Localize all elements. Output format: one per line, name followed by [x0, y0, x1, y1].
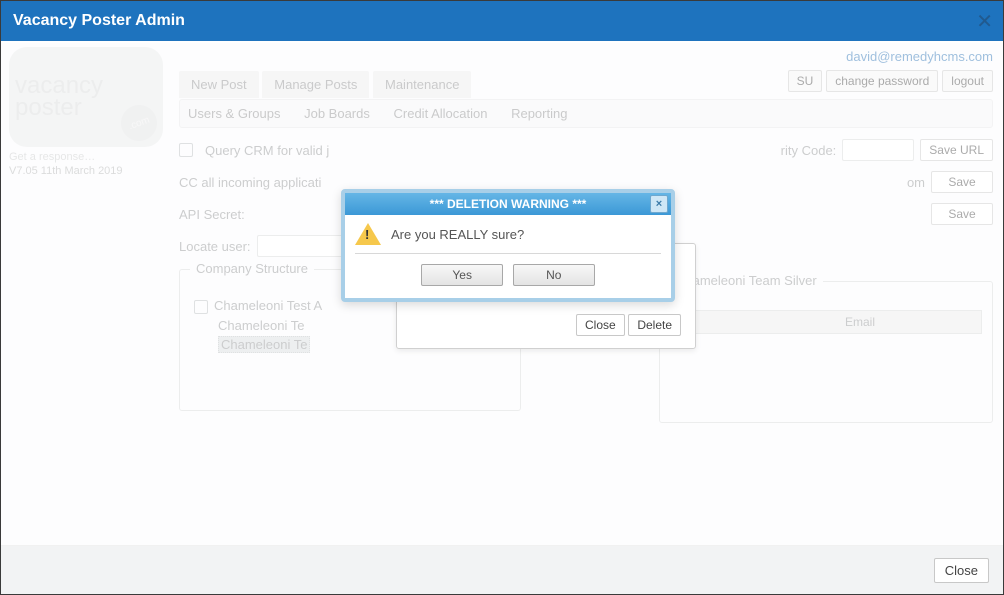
title-bar: Vacancy Poster Admin ✕: [1, 1, 1003, 41]
dialog-close-button[interactable]: Close: [576, 314, 625, 336]
deletion-warning-modal: *** DELETION WARNING *** × Are you REALL…: [341, 189, 675, 302]
app-body: vacancy poster .com Get a response… V7.0…: [1, 43, 1003, 546]
warning-icon: [355, 223, 381, 245]
window-close-icon[interactable]: ✕: [976, 9, 993, 34]
app-window: Vacancy Poster Admin ✕ vacancy poster .c…: [0, 0, 1004, 595]
dialog-delete-button[interactable]: Delete: [628, 314, 681, 336]
footer-close-button[interactable]: Close: [934, 558, 989, 583]
footer-bar: Close: [1, 545, 1003, 594]
modal-close-icon[interactable]: ×: [650, 195, 668, 213]
modal-no-button[interactable]: No: [513, 264, 595, 286]
window-title: Vacancy Poster Admin: [13, 12, 185, 30]
modal-yes-button[interactable]: Yes: [421, 264, 503, 286]
modal-message: Are you REALLY sure?: [391, 227, 524, 242]
modal-header: *** DELETION WARNING *** ×: [345, 193, 671, 215]
modal-title: *** DELETION WARNING ***: [430, 197, 587, 211]
